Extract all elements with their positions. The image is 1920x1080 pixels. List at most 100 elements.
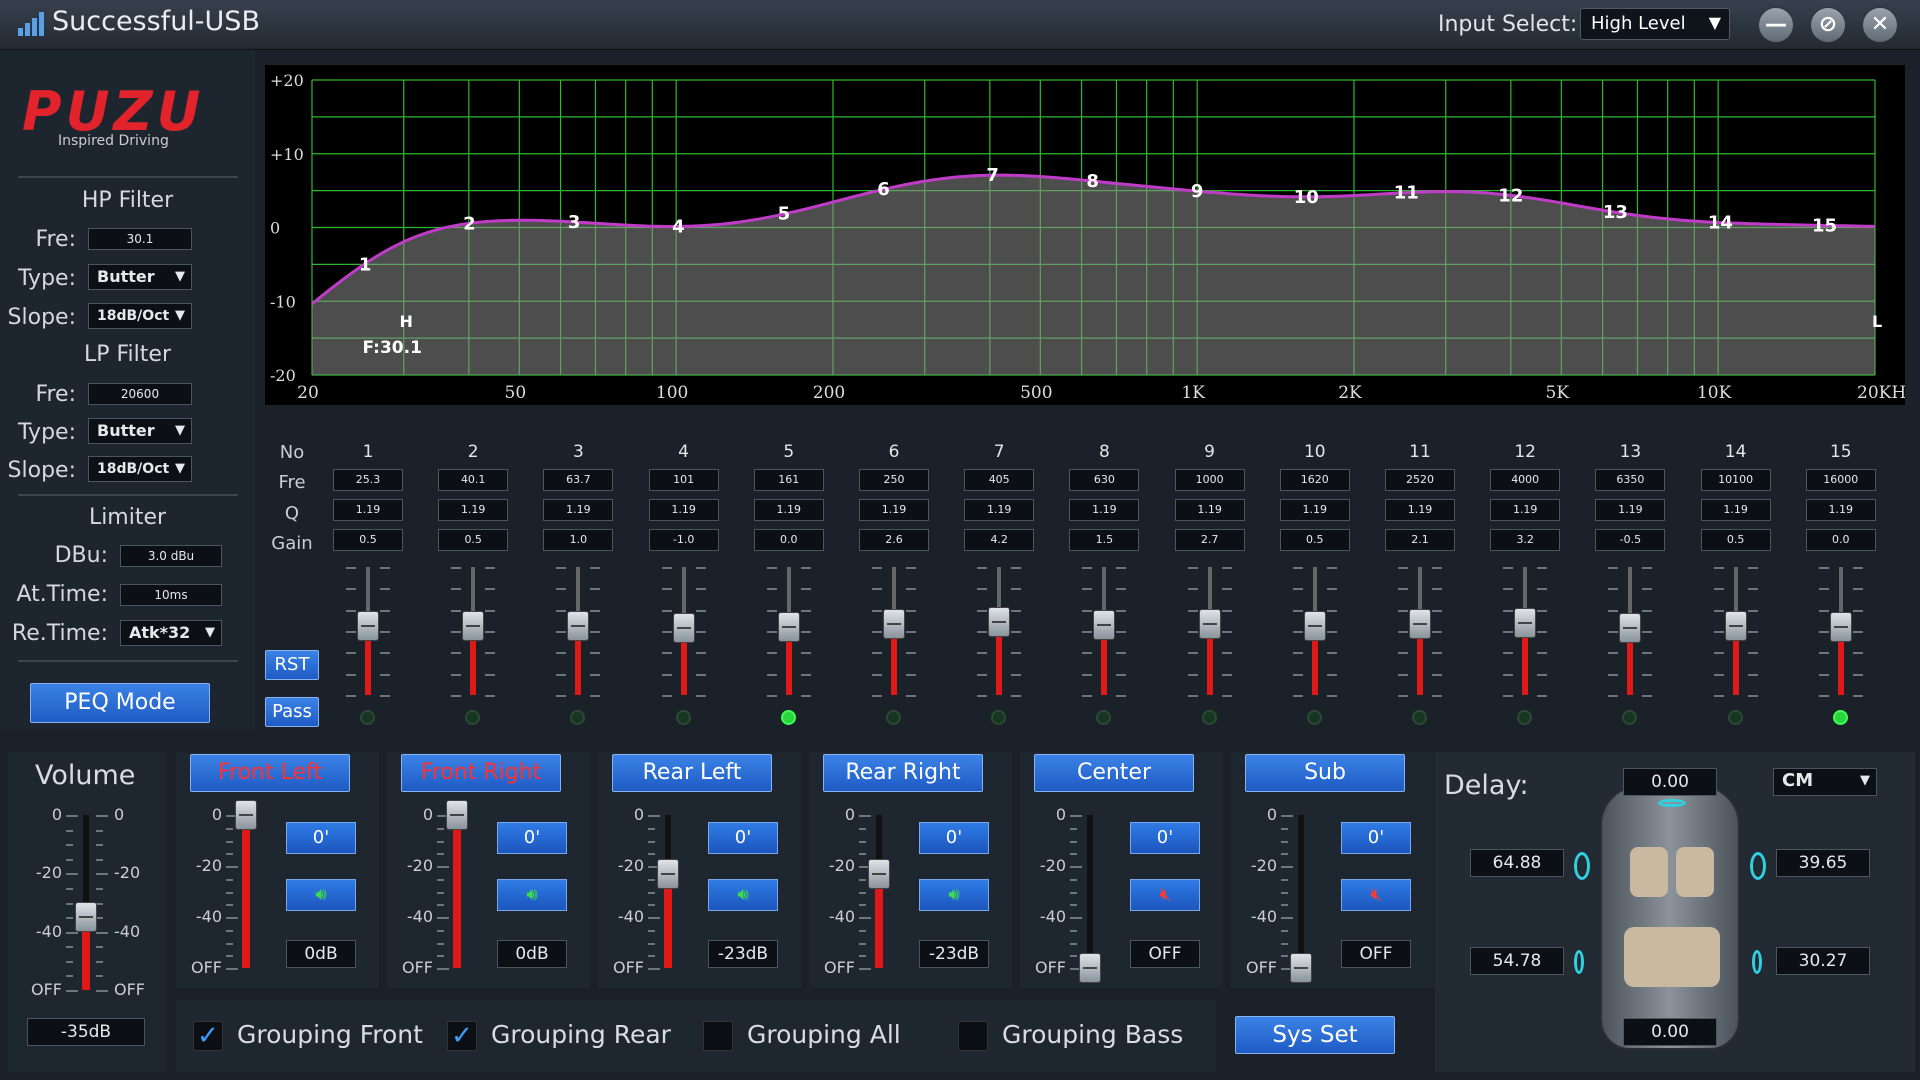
- channel-gain-value[interactable]: -23dB: [708, 940, 778, 968]
- fader-knob[interactable]: [1290, 953, 1312, 983]
- lp-fre-input[interactable]: 20600: [88, 383, 192, 405]
- band-gain-slider[interactable]: [1198, 608, 1221, 639]
- band-gain-input[interactable]: 4.2: [964, 529, 1035, 551]
- hp-type-select[interactable]: Butter: [88, 264, 192, 290]
- channel-gain-value[interactable]: -23dB: [919, 940, 989, 968]
- band-gain-input[interactable]: -0.5: [1595, 529, 1666, 551]
- peq-mode-button[interactable]: PEQ Mode: [30, 683, 210, 723]
- limiter-release-select[interactable]: Atk*32: [120, 620, 222, 646]
- band-enable-led[interactable]: [1727, 710, 1743, 725]
- phase-button[interactable]: 0': [497, 822, 567, 854]
- band-q-input[interactable]: 1.19: [1700, 499, 1771, 521]
- restore-button[interactable]: ⊘: [1810, 7, 1846, 43]
- band-q-input[interactable]: 1.19: [1595, 499, 1666, 521]
- band-freq-input[interactable]: 16000: [1805, 469, 1876, 491]
- hp-fre-input[interactable]: 30.1: [88, 228, 192, 250]
- grouping-checkbox[interactable]: ✓: [447, 1021, 477, 1051]
- lp-slope-select[interactable]: 18dB/Oct: [88, 456, 192, 482]
- input-select-dropdown[interactable]: High Level ▼: [1580, 8, 1730, 40]
- grouping-checkbox[interactable]: [958, 1021, 988, 1051]
- band-q-input[interactable]: 1.19: [1279, 499, 1350, 521]
- band-freq-input[interactable]: 63.7: [543, 469, 614, 491]
- delay-front-left-value[interactable]: 64.88: [1470, 849, 1564, 877]
- fader-knob[interactable]: [446, 800, 468, 830]
- band-marker[interactable]: 12: [1498, 185, 1523, 206]
- speaker-icon[interactable]: 🔊︎: [708, 879, 778, 911]
- delay-top-value[interactable]: 0.00: [1623, 768, 1717, 796]
- lp-type-select[interactable]: Butter: [88, 418, 192, 444]
- band-gain-input[interactable]: 3.2: [1490, 529, 1561, 551]
- band-gain-input[interactable]: 1.0: [543, 529, 614, 551]
- band-q-input[interactable]: 1.19: [1069, 499, 1140, 521]
- band-freq-input[interactable]: 405: [964, 469, 1035, 491]
- band-marker[interactable]: 2: [463, 213, 476, 234]
- band-marker[interactable]: 8: [1086, 171, 1099, 192]
- band-gain-input[interactable]: 0.5: [333, 529, 403, 551]
- band-enable-led[interactable]: [570, 710, 586, 725]
- band-gain-slider[interactable]: [567, 610, 590, 641]
- channel-name-button[interactable]: Center: [1034, 754, 1194, 792]
- band-q-input[interactable]: 1.19: [1385, 499, 1455, 521]
- band-gain-slider[interactable]: [672, 613, 695, 644]
- band-q-input[interactable]: 1.19: [753, 499, 824, 521]
- speaker-icon[interactable]: 🔊︎: [919, 879, 989, 911]
- grouping-checkbox[interactable]: ✓: [193, 1021, 223, 1051]
- pass-button[interactable]: Pass: [265, 697, 319, 727]
- phase-button[interactable]: 0': [919, 822, 989, 854]
- close-button[interactable]: ✕: [1862, 7, 1898, 43]
- channel-gain-value[interactable]: OFF: [1130, 940, 1200, 968]
- band-q-input[interactable]: 1.19: [859, 499, 929, 521]
- band-enable-led[interactable]: [1096, 710, 1112, 725]
- band-freq-input[interactable]: 10100: [1700, 469, 1771, 491]
- band-enable-led[interactable]: [465, 710, 481, 725]
- band-marker[interactable]: 14: [1708, 212, 1733, 233]
- minimize-button[interactable]: —: [1758, 7, 1794, 43]
- speaker-icon[interactable]: 🔊︎: [286, 879, 356, 911]
- band-freq-input[interactable]: 40.1: [438, 469, 509, 491]
- band-gain-input[interactable]: 0.5: [438, 529, 509, 551]
- band-gain-slider[interactable]: [1303, 611, 1326, 642]
- channel-name-button[interactable]: Front Right: [401, 754, 561, 792]
- delay-rear-left-value[interactable]: 54.78: [1470, 947, 1564, 975]
- band-gain-slider[interactable]: [1619, 612, 1642, 643]
- band-freq-input[interactable]: 101: [648, 469, 719, 491]
- band-gain-input[interactable]: 2.7: [1174, 529, 1245, 551]
- band-freq-input[interactable]: 4000: [1490, 469, 1561, 491]
- band-gain-input[interactable]: 2.6: [859, 529, 929, 551]
- fader-knob[interactable]: [868, 858, 890, 889]
- sys-set-button[interactable]: Sys Set: [1235, 1016, 1395, 1054]
- band-enable-led[interactable]: [1412, 710, 1427, 725]
- band-marker[interactable]: 5: [778, 204, 791, 225]
- band-q-input[interactable]: 1.19: [648, 499, 719, 521]
- delay-unit-select[interactable]: CM: [1773, 768, 1877, 796]
- band-gain-input[interactable]: 0.5: [1700, 529, 1771, 551]
- band-enable-led[interactable]: [780, 710, 796, 725]
- muted-speaker-icon[interactable]: 🔇︎: [1341, 879, 1411, 911]
- band-freq-input[interactable]: 6350: [1595, 469, 1666, 491]
- band-gain-input[interactable]: 0.5: [1279, 529, 1350, 551]
- band-freq-input[interactable]: 250: [859, 469, 929, 491]
- band-freq-input[interactable]: 1620: [1279, 469, 1350, 491]
- band-gain-slider[interactable]: [777, 612, 800, 642]
- band-q-input[interactable]: 1.19: [1805, 499, 1876, 521]
- phase-button[interactable]: 0': [708, 822, 778, 854]
- fader-knob[interactable]: [1079, 953, 1101, 983]
- grouping-checkbox[interactable]: [703, 1021, 733, 1051]
- band-freq-input[interactable]: 1000: [1174, 469, 1245, 491]
- phase-button[interactable]: 0': [1341, 822, 1411, 854]
- delay-rear-right-value[interactable]: 30.27: [1776, 947, 1870, 975]
- channel-gain-value[interactable]: OFF: [1341, 940, 1411, 968]
- fader-knob[interactable]: [235, 800, 257, 830]
- band-marker[interactable]: 7: [986, 165, 999, 186]
- band-enable-led[interactable]: [675, 710, 691, 725]
- band-enable-led[interactable]: [1517, 710, 1533, 725]
- limiter-attack-input[interactable]: 10ms: [120, 584, 222, 606]
- limiter-dbu-input[interactable]: 3.0 dBu: [120, 545, 222, 567]
- band-gain-slider[interactable]: [1514, 608, 1537, 639]
- hp-slope-select[interactable]: 18dB/Oct: [88, 303, 192, 329]
- band-enable-led[interactable]: [1832, 710, 1848, 725]
- fader-knob[interactable]: [657, 858, 679, 889]
- channel-name-button[interactable]: Sub: [1245, 754, 1405, 792]
- channel-name-button[interactable]: Front Left: [190, 754, 350, 792]
- band-q-input[interactable]: 1.19: [964, 499, 1035, 521]
